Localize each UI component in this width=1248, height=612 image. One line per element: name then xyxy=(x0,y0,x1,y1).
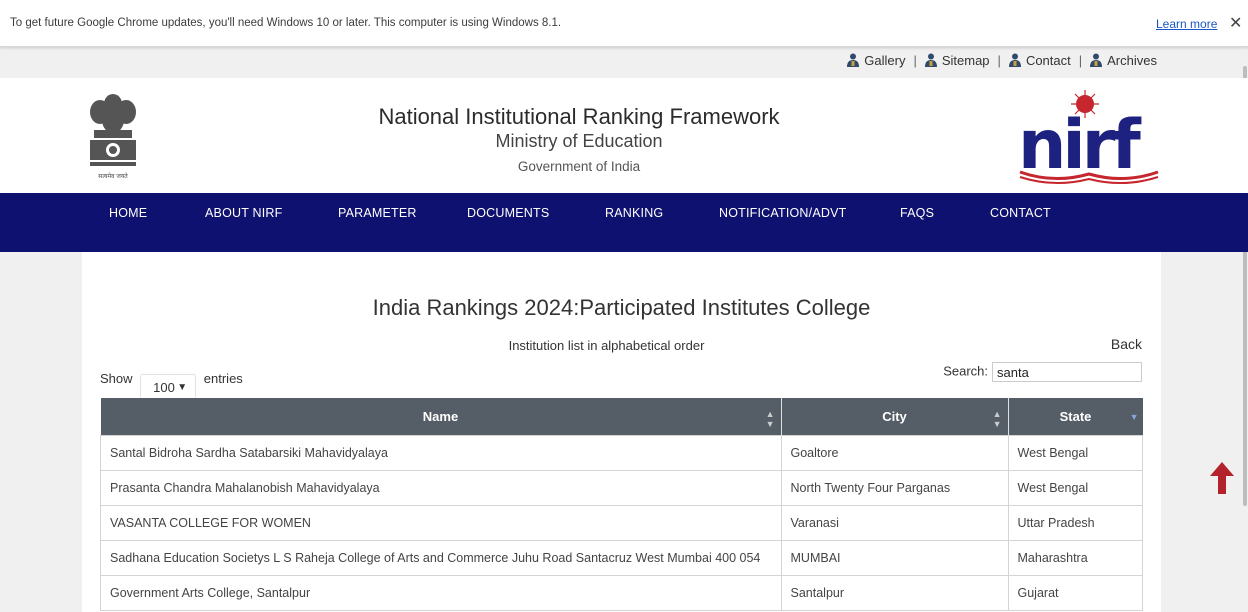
table-row[interactable]: Sadhana Education Societys L S Raheja Co… xyxy=(100,540,1143,576)
sort-icon: ▲ ▼ xyxy=(992,409,1002,429)
main-content: India Rankings 2024:Participated Institu… xyxy=(82,252,1161,612)
sort-icon: ▲ ▼ xyxy=(765,409,775,429)
nav-faqs[interactable]: FAQS xyxy=(900,206,934,220)
update-infobar: To get future Google Chrome updates, you… xyxy=(0,0,1248,47)
site-title: National Institutional Ranking Framework xyxy=(378,104,780,129)
column-header-name[interactable]: Name ▲ ▼ xyxy=(100,398,782,436)
sort-desc-icon: ▼ xyxy=(1129,412,1139,422)
table-row[interactable]: Santal Bidroha Sardha Satabarsiki Mahavi… xyxy=(100,435,1143,471)
table-row[interactable]: Prasanta Chandra Mahalanobish Mahavidyal… xyxy=(100,470,1143,506)
cell-name: VASANTA COLLEGE FOR WOMEN xyxy=(100,505,782,541)
user-icon xyxy=(1008,53,1021,67)
nav-parameter[interactable]: PARAMETER xyxy=(338,206,417,220)
archives-label: Archives xyxy=(1107,53,1157,68)
nav-ranking[interactable]: RANKING xyxy=(605,206,663,220)
site-header: सत्यमेव जयते National Institutional Rank… xyxy=(0,78,1248,193)
nav-home[interactable]: HOME xyxy=(109,206,147,220)
cell-name: Santal Bidroha Sardha Satabarsiki Mahavi… xyxy=(100,435,782,471)
sitemap-link[interactable]: Sitemap xyxy=(924,53,990,68)
cell-state: Maharashtra xyxy=(1007,540,1143,576)
show-label: Show xyxy=(100,371,133,386)
table-row[interactable]: VASANTA COLLEGE FOR WOMEN Varanasi Uttar… xyxy=(100,505,1143,541)
column-header-city[interactable]: City ▲ ▼ xyxy=(781,398,1009,436)
nav-documents[interactable]: DOCUMENTS xyxy=(467,206,549,220)
nav-contact[interactable]: CONTACT xyxy=(990,206,1051,220)
close-icon[interactable]: ✕ xyxy=(1229,13,1242,33)
search-input[interactable]: santa xyxy=(992,362,1142,382)
entries-select[interactable]: 100 ▼ xyxy=(140,374,197,400)
sitemap-label: Sitemap xyxy=(941,53,990,68)
user-icon xyxy=(847,53,860,67)
top-links: Gallery | Sitemap | Contact | Archives xyxy=(0,53,1157,68)
ministry-label: Ministry of Education xyxy=(495,131,663,151)
gallery-label: Gallery xyxy=(864,53,906,68)
cell-city: Varanasi xyxy=(780,505,1009,541)
back-link[interactable]: Back xyxy=(1111,336,1142,352)
table-row[interactable]: Government Arts College, Santalpur Santa… xyxy=(100,575,1143,611)
entries-control: Show 100 ▼ entries xyxy=(100,371,243,400)
gallery-link[interactable]: Gallery xyxy=(847,53,905,68)
government-label: Government of India xyxy=(517,159,641,174)
scroll-to-top-arrow-icon[interactable] xyxy=(1210,462,1234,494)
nirf-logo: nirf xyxy=(1018,90,1159,185)
infobar-message: To get future Google Chrome updates, you… xyxy=(10,17,562,29)
contact-label: Contact xyxy=(1025,53,1071,68)
table-header-row: Name ▲ ▼ City ▲ ▼ State ▼ xyxy=(100,398,1143,436)
page-subtitle: Institution list in alphabetical order xyxy=(508,338,705,353)
entries-value: 100 xyxy=(153,380,175,395)
nav-notification[interactable]: NOTIFICATION/ADVT xyxy=(719,206,846,220)
svg-text:nirf: nirf xyxy=(1018,106,1142,185)
institutes-table: Name ▲ ▼ City ▲ ▼ State ▼ Santal Bidroha Sard… xyxy=(100,398,1143,611)
user-icon xyxy=(1090,53,1103,67)
learn-more-link[interactable]: Learn more xyxy=(1156,17,1217,31)
cell-state: Gujarat xyxy=(1007,575,1143,611)
contact-link[interactable]: Contact xyxy=(1008,53,1071,68)
column-header-state[interactable]: State ▼ xyxy=(1008,398,1143,436)
search-label: Search: xyxy=(943,363,988,379)
cell-city: North Twenty Four Parganas xyxy=(780,470,1009,506)
cell-state: West Bengal xyxy=(1007,470,1143,506)
search-control: Search: santa xyxy=(943,362,1142,382)
cell-name: Sadhana Education Societys L S Raheja Co… xyxy=(100,540,782,576)
nav-about-nirf[interactable]: ABOUT NIRF xyxy=(205,206,282,220)
page-title: India Rankings 2024:Participated Institu… xyxy=(372,295,871,320)
archives-link[interactable]: Archives xyxy=(1090,53,1157,68)
cell-city: Santalpur xyxy=(780,575,1009,611)
cell-city: MUMBAI xyxy=(780,540,1009,576)
cell-name: Government Arts College, Santalpur xyxy=(100,575,782,611)
cell-state: Uttar Pradesh xyxy=(1007,505,1143,541)
cell-city: Goaltore xyxy=(780,435,1009,471)
cell-state: West Bengal xyxy=(1007,435,1143,471)
main-nav: HOME ABOUT NIRF PARAMETER DOCUMENTS RANK… xyxy=(0,193,1248,252)
cell-name: Prasanta Chandra Mahalanobish Mahavidyal… xyxy=(100,470,782,506)
entries-label: entries xyxy=(203,371,243,386)
user-icon xyxy=(924,53,937,67)
